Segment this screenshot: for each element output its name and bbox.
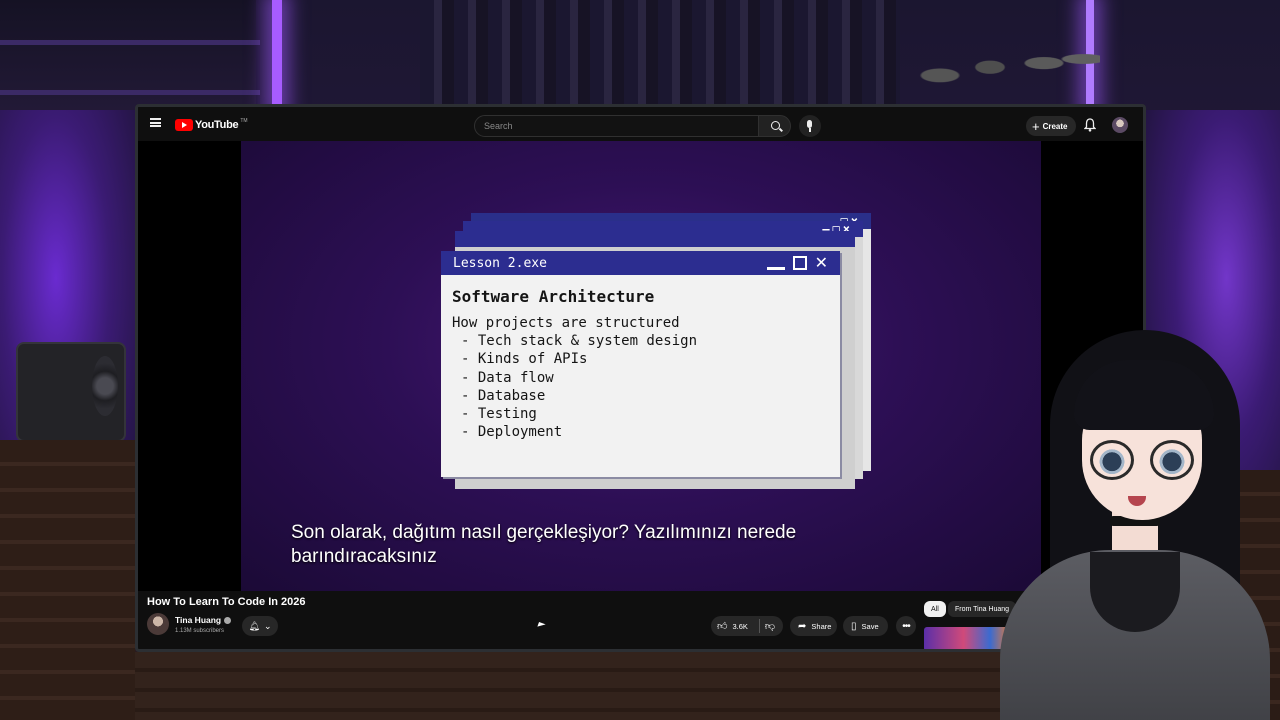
subscriber-count: 1.13M subscribers — [175, 628, 225, 634]
maximize-icon — [792, 256, 807, 270]
dislike-icon[interactable]: 👎︎ — [765, 620, 775, 632]
search-icon — [771, 121, 780, 130]
lesson-content: Software Architecture How projects are s… — [452, 287, 697, 442]
avatar-glasses-right — [1150, 440, 1194, 480]
lesson-window-title: Lesson 2.exe — [453, 255, 547, 271]
more-icon: ••• — [902, 620, 910, 632]
mouse-cursor — [537, 621, 546, 630]
lesson-titlebar: Lesson 2.exe ✕ — [441, 251, 840, 275]
bookmark-icon: ▯ — [851, 620, 857, 632]
chevron-down-icon: ⌄ — [263, 620, 272, 631]
share-icon: ➦ — [798, 620, 807, 632]
speaker — [16, 342, 126, 442]
channel-avatar[interactable] — [147, 613, 169, 635]
youtube-play-icon — [175, 119, 193, 131]
chip-all[interactable]: All — [924, 601, 946, 617]
search-input[interactable] — [475, 116, 758, 136]
youtube-logo[interactable]: YouTube TM — [175, 118, 248, 132]
video-player[interactable]: —□× —□× Lesson 2.exe ✕ Software Architec… — [241, 141, 1041, 591]
vtuber-avatar — [990, 330, 1280, 720]
lesson-item: - Data flow — [461, 369, 554, 386]
like-icon[interactable]: 👍︎ — [717, 620, 727, 632]
like-dislike-group: 👍︎ 3.6K 👎︎ — [711, 616, 783, 636]
lesson-window: Lesson 2.exe ✕ Software Architecture How… — [441, 251, 840, 477]
save-button[interactable]: ▯ Save — [843, 616, 888, 636]
lesson-heading: Software Architecture — [452, 287, 655, 306]
letterbox-left — [138, 141, 241, 591]
menu-icon[interactable] — [150, 118, 161, 127]
account-avatar[interactable] — [1112, 117, 1128, 133]
curtain — [420, 0, 900, 110]
minimize-icon — [766, 266, 785, 270]
lesson-item: - Testing — [461, 406, 537, 423]
divider — [758, 619, 760, 633]
search-box — [474, 115, 759, 137]
bell-icon: 🔔︎ — [248, 620, 260, 631]
caption-line-1: Son olarak, dağıtım nasıl gerçekleşiyor?… — [291, 522, 797, 543]
more-options-button[interactable]: ••• — [896, 616, 916, 636]
share-label: Share — [811, 621, 832, 631]
lesson-item: - Database — [461, 387, 546, 404]
avatar-bangs — [1074, 360, 1214, 430]
plus-icon: + — [1032, 118, 1040, 134]
caption-line-2: barındıracaksınız — [291, 546, 437, 567]
like-count[interactable]: 3.6K — [732, 622, 747, 631]
caption-text: Son olarak, dağıtım nasıl gerçekleşiyor?… — [291, 521, 891, 569]
lesson-item: - Kinds of APIs — [461, 351, 588, 368]
close-icon: ✕ — [814, 253, 828, 272]
logo-text: YouTube — [195, 119, 239, 131]
avatar-glasses-left — [1090, 440, 1134, 480]
lesson-window-controls: ✕ — [766, 253, 828, 272]
mic-icon[interactable] — [799, 115, 821, 137]
verified-icon — [224, 617, 232, 625]
top-bar: YouTube TM + Create — [138, 107, 1143, 141]
save-label: Save — [861, 621, 879, 631]
desk-left — [0, 440, 135, 720]
wall-shelf — [0, 0, 260, 120]
video-title: How To Learn To Code In 2026 — [147, 596, 306, 608]
create-button[interactable]: + Create — [1026, 116, 1076, 136]
channel-name-text: Tina Huang — [175, 615, 222, 625]
channel-name[interactable]: Tina Huang — [175, 615, 232, 625]
bell-icon[interactable] — [1084, 118, 1096, 132]
subscribed-bell-button[interactable]: 🔔︎ ⌄ — [242, 616, 278, 636]
share-button[interactable]: ➦ Share — [790, 616, 837, 636]
lesson-item: - Deployment — [461, 424, 563, 441]
figurines — [900, 18, 1100, 100]
lesson-item: - Tech stack & system design — [461, 333, 698, 349]
neon-light-left — [272, 0, 282, 110]
logo-trademark: TM — [240, 118, 248, 124]
create-label: Create — [1042, 121, 1068, 131]
lesson-subheading: How projects are structured — [452, 315, 680, 331]
search-button[interactable] — [758, 115, 791, 137]
